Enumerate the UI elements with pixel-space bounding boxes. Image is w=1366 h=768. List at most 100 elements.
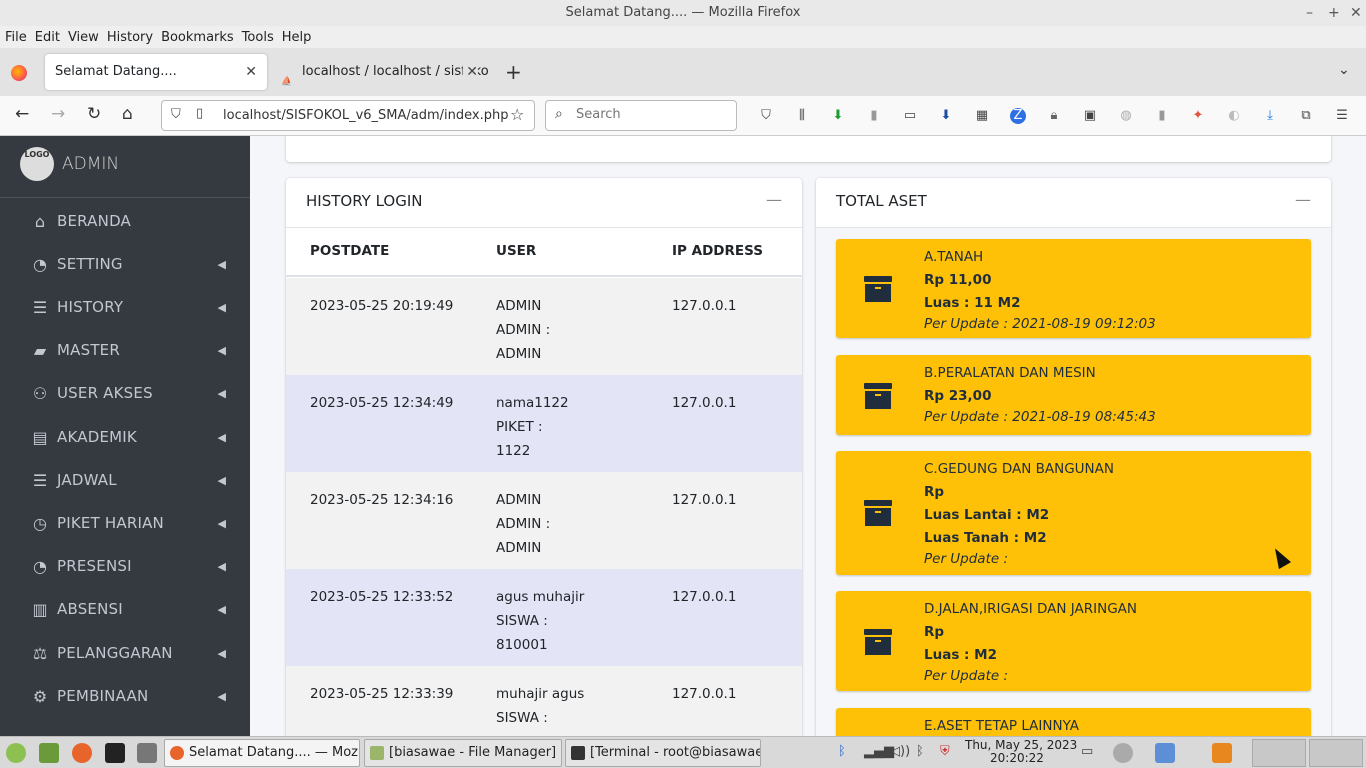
status-icon[interactable] <box>1113 743 1133 763</box>
archive-icon <box>864 383 892 409</box>
download-green-icon[interactable]: ⬇ <box>830 108 846 124</box>
aset-info: C.GEDUNG DAN BANGUNAN Rp Luas Lantai : M… <box>924 458 1114 568</box>
collapse-icon[interactable]: — <box>766 190 782 209</box>
brand-link[interactable]: LOGO ADMIN <box>20 144 119 184</box>
sidebar-item-absensi[interactable]: ▥ ABSENSI ◀ <box>0 589 250 629</box>
task-file-manager[interactable]: [biasawae - File Manager] <box>364 739 562 767</box>
page-info-icon[interactable]: ▯ <box>196 106 203 121</box>
globe-icon[interactable]: ◍ <box>1118 108 1134 124</box>
menu-history[interactable]: History <box>107 30 153 45</box>
user-id: 810001 <box>496 637 548 653</box>
aset-value: Rp <box>924 624 945 640</box>
briefcase-icon: ▰ <box>33 340 47 360</box>
extension-icon[interactable]: ▮ <box>866 108 882 124</box>
shield-icon[interactable]: ⛉ <box>171 107 181 122</box>
lock-icon[interactable]: 🔒︎ <box>1046 108 1062 124</box>
files-launcher-icon[interactable] <box>137 743 157 763</box>
toggle-icon[interactable]: ◐ <box>1226 108 1242 124</box>
battery-icon[interactable]: ▭ <box>1081 744 1093 759</box>
sidebar-item-pelanggaran[interactable]: ⚖ PELANGGARAN ◀ <box>0 633 250 673</box>
bookmark-star-icon[interactable]: ☆ <box>510 105 524 124</box>
bluetooth-icon[interactable]: ᛒ <box>838 744 846 759</box>
menu-tools[interactable]: Tools <box>242 30 274 45</box>
workspace-2-icon[interactable] <box>1212 743 1232 763</box>
extension-icon[interactable]: ▮ <box>1154 108 1170 124</box>
workspace-4[interactable] <box>1309 739 1363 767</box>
aset-luas-tanah: Luas Tanah : M2 <box>924 530 1047 546</box>
hamburger-menu-icon[interactable]: ☰ <box>1334 108 1350 124</box>
url-bar[interactable]: ⛉ ▯ localhost/SISFOKOL_v6_SMA/adm/index.… <box>161 100 535 131</box>
sidebar-item-jadwal[interactable]: ☰ JADWAL ◀ <box>0 460 250 500</box>
sidebar-item-setting[interactable]: ◔ SETTING ◀ <box>0 244 250 284</box>
clock-time: 20:20:22 <box>990 751 1044 765</box>
workspace-3[interactable] <box>1252 739 1306 767</box>
task-label: [biasawae - File Manager] <box>389 745 557 760</box>
colorful-extension-icon[interactable]: ✦ <box>1190 108 1206 124</box>
menu-file[interactable]: File <box>5 30 27 45</box>
sidebar-item-pembinaan[interactable]: ⚙ PEMBINAAN ◀ <box>0 676 250 716</box>
search-input[interactable] <box>576 107 726 122</box>
sidebar-item-akademik[interactable]: ▤ AKADEMIK ◀ <box>0 417 250 457</box>
show-desktop-icon[interactable] <box>39 743 59 763</box>
new-tab-icon[interactable]: + <box>505 60 522 84</box>
menu-help[interactable]: Help <box>282 30 312 45</box>
terminal-launcher-icon[interactable] <box>105 743 125 763</box>
menu-edit[interactable]: Edit <box>35 30 60 45</box>
pocket-icon[interactable]: ⛉ <box>758 108 774 124</box>
sidebar-item-piket-harian[interactable]: ◷ PIKET HARIAN ◀ <box>0 503 250 543</box>
shield-icon[interactable]: ⛨ <box>940 744 950 759</box>
volume-icon[interactable]: ◁)) <box>890 744 910 759</box>
z-extension-icon[interactable]: Z <box>1010 108 1026 124</box>
back-icon[interactable]: ← <box>15 104 29 124</box>
close-tab-icon[interactable]: ✕ <box>463 54 478 90</box>
cell-user: muhajir agus SISWA : 810002 <box>496 682 584 736</box>
chevron-left-icon: ◀ <box>217 646 226 660</box>
search-bar[interactable]: ⌕ <box>545 100 737 131</box>
forward-icon[interactable]: → <box>51 104 65 124</box>
collapse-icon[interactable]: — <box>1295 190 1311 209</box>
reload-icon[interactable]: ↻ <box>87 104 101 124</box>
menu-view[interactable]: View <box>68 30 99 45</box>
library-icon[interactable]: ⫼ <box>794 108 810 124</box>
downloads-icon[interactable]: ⤓ <box>1262 108 1278 124</box>
qr-code-icon[interactable]: ▣ <box>1082 108 1098 124</box>
sidebar-item-master[interactable]: ▰ MASTER ◀ <box>0 330 250 370</box>
sidebar-item-history[interactable]: ☰ HISTORY ◀ <box>0 287 250 327</box>
save-icon[interactable]: ⬇ <box>938 108 954 124</box>
extensions-icon[interactable]: ⧉ <box>1298 108 1314 124</box>
cell-postdate: 2023-05-25 12:33:39 <box>310 686 454 702</box>
home-icon[interactable]: ⌂ <box>122 104 133 124</box>
column-header-user: USER <box>496 243 537 259</box>
aset-value: Rp 23,00 <box>924 388 992 404</box>
sidebar-item-presensi[interactable]: ◔ PRESENSI ◀ <box>0 546 250 586</box>
minimize-icon[interactable]: – <box>1306 0 1313 26</box>
menu-bookmarks[interactable]: Bookmarks <box>161 30 234 45</box>
aset-update: Per Update : <box>924 551 1009 567</box>
column-header-ip: IP ADDRESS <box>672 243 763 259</box>
grid-icon[interactable]: ▦ <box>974 108 990 124</box>
chevron-down-icon[interactable]: ⌄ <box>1338 62 1350 78</box>
list-icon: ☰ <box>32 470 48 490</box>
firefox-icon[interactable] <box>11 65 27 81</box>
home-icon: ⌂ <box>34 211 46 231</box>
task-terminal[interactable]: [Terminal - root@biasawae /... <box>565 739 761 767</box>
workspace-1-icon[interactable] <box>1155 743 1175 763</box>
firefox-launcher-icon[interactable] <box>72 743 92 763</box>
sidebar-item-beranda[interactable]: ⌂ BERANDA <box>0 201 250 241</box>
close-window-icon[interactable]: ✕ <box>1350 0 1362 26</box>
aset-box-peralatan: B.PERALATAN DAN MESIN Rp 23,00 Per Updat… <box>836 355 1311 435</box>
maximize-icon[interactable]: + <box>1328 0 1340 26</box>
url-text[interactable]: localhost/SISFOKOL_v6_SMA/adm/index.php <box>223 108 508 123</box>
bluetooth-status-icon[interactable]: ᛒ <box>916 744 924 759</box>
tab-phpmyadmin[interactable]: ⛵ localhost / localhost / sisfokol ✕ <box>276 54 488 90</box>
chevron-left-icon: ◀ <box>217 343 226 357</box>
task-firefox[interactable]: Selamat Datang.... — Mozilla... <box>164 739 360 767</box>
clock[interactable]: Thu, May 25, 2023 20:20:22 <box>965 739 1077 765</box>
sidebar-item-user-akses[interactable]: ⚇ USER AKSES ◀ <box>0 373 250 413</box>
mint-menu-icon[interactable] <box>6 743 26 763</box>
cell-user: agus muhajir SISWA : 810001 <box>496 585 584 657</box>
sidebar-icon[interactable]: ▭ <box>902 108 918 124</box>
tab-selamat-datang[interactable]: Selamat Datang.... ✕ <box>45 54 267 90</box>
table-row: 2023-05-25 12:33:39 muhajir agus SISWA :… <box>286 666 802 736</box>
close-tab-icon[interactable]: ✕ <box>245 54 257 90</box>
